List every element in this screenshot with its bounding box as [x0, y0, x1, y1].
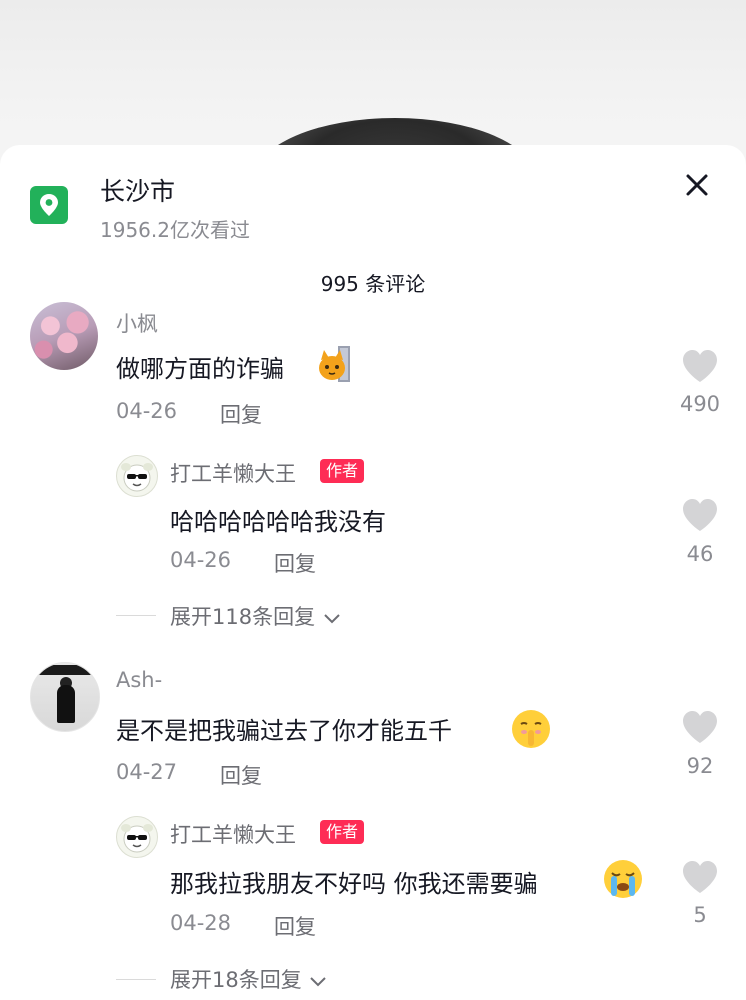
- expand-replies-label: 展开18条回复: [170, 968, 302, 992]
- like-heart-icon[interactable]: [681, 498, 719, 532]
- comment-username[interactable]: 小枫: [116, 308, 158, 338]
- reply-text: 那我拉我朋友不好吗 你我还需要骗: [170, 870, 538, 898]
- like-count: 5: [693, 903, 707, 927]
- reply-button[interactable]: 回复: [274, 911, 316, 941]
- comment-date: 04-27: [116, 760, 178, 784]
- location-views: 1956.2亿次看过: [100, 218, 250, 242]
- divider-line: [116, 615, 156, 616]
- like-count: 490: [679, 392, 721, 416]
- comments-count-title: 995 条评论: [320, 272, 426, 296]
- reply-button[interactable]: 回复: [220, 399, 262, 429]
- like-heart-icon[interactable]: [681, 349, 719, 383]
- location-pin-icon[interactable]: [30, 186, 68, 224]
- comment-username[interactable]: Ash-: [116, 668, 162, 692]
- reply-date: 04-26: [170, 548, 232, 572]
- comment-date: 04-26: [116, 399, 178, 423]
- location-title[interactable]: 长沙市: [100, 172, 175, 208]
- chevron-down-icon: [324, 614, 340, 624]
- like-count: 92: [686, 754, 714, 778]
- reply-username[interactable]: 打工羊懒大王: [170, 458, 296, 488]
- avatar[interactable]: [116, 816, 158, 858]
- reply-button[interactable]: 回复: [274, 548, 316, 578]
- reply-button[interactable]: 回复: [220, 760, 262, 790]
- close-icon[interactable]: [680, 168, 714, 202]
- divider-line: [116, 979, 156, 980]
- reply-date: 04-28: [170, 911, 232, 935]
- expand-replies-button[interactable]: 展开118条回复: [170, 601, 342, 631]
- reply-username[interactable]: 打工羊懒大王: [170, 819, 296, 849]
- comment-text: 做哪方面的诈骗: [116, 355, 284, 383]
- expand-replies-button[interactable]: 展开18条回复: [170, 964, 328, 994]
- author-badge: 作者: [320, 820, 365, 844]
- author-badge: 作者: [320, 459, 365, 483]
- comment-text: 是不是把我骗过去了你才能五千: [116, 717, 452, 745]
- avatar[interactable]: [30, 302, 98, 370]
- reply-text: 哈哈哈哈哈哈我没有: [170, 508, 386, 536]
- like-heart-icon[interactable]: [681, 860, 719, 894]
- shushing-face-emoji: [510, 708, 552, 750]
- like-heart-icon[interactable]: [681, 710, 719, 744]
- cat-emoji: [318, 346, 352, 382]
- crying-face-emoji: [602, 858, 644, 900]
- avatar[interactable]: [30, 662, 100, 732]
- expand-replies-label: 展开118条回复: [170, 605, 316, 629]
- like-count: 46: [686, 542, 714, 566]
- avatar[interactable]: [116, 455, 158, 497]
- chevron-down-icon: [310, 977, 327, 987]
